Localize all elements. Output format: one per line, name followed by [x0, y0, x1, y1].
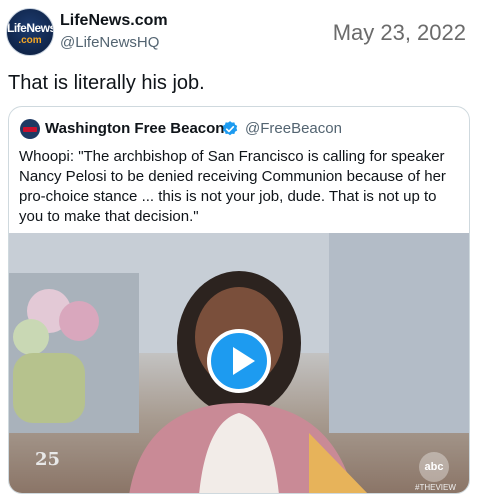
quoted-tweet-text: Whoopi: "The archbishop of San Francisco… — [19, 148, 446, 225]
play-icon[interactable] — [207, 329, 271, 393]
author-avatar[interactable]: LifeNews .com — [6, 8, 54, 56]
quoted-tweet[interactable]: Washington Free Beacon @FreeBeacon Whoop… — [8, 106, 470, 494]
author-handle[interactable]: @LifeNewsHQ — [60, 34, 159, 51]
abc-logo-icon: abc — [419, 452, 449, 482]
tweet-text: That is literally his job. — [8, 72, 205, 94]
show-hashtag: #THEVIEW — [415, 483, 456, 492]
verified-badge-icon — [222, 121, 238, 136]
channel-bug-left: 25 — [35, 449, 61, 470]
quoted-author-name[interactable]: Washington Free Beacon — [45, 120, 224, 137]
washington-free-beacon-logo-icon — [20, 119, 40, 139]
tweet-date: May 23, 2022 — [332, 20, 466, 45]
avatar-logo-subtext: .com — [18, 35, 42, 46]
avatar-logo-text: LifeNews — [7, 21, 54, 35]
author-name[interactable]: LifeNews.com — [60, 12, 168, 30]
quoted-author-handle[interactable]: @FreeBeacon — [245, 120, 342, 137]
video-player[interactable]: 25 abc #THEVIEW — [9, 233, 469, 493]
